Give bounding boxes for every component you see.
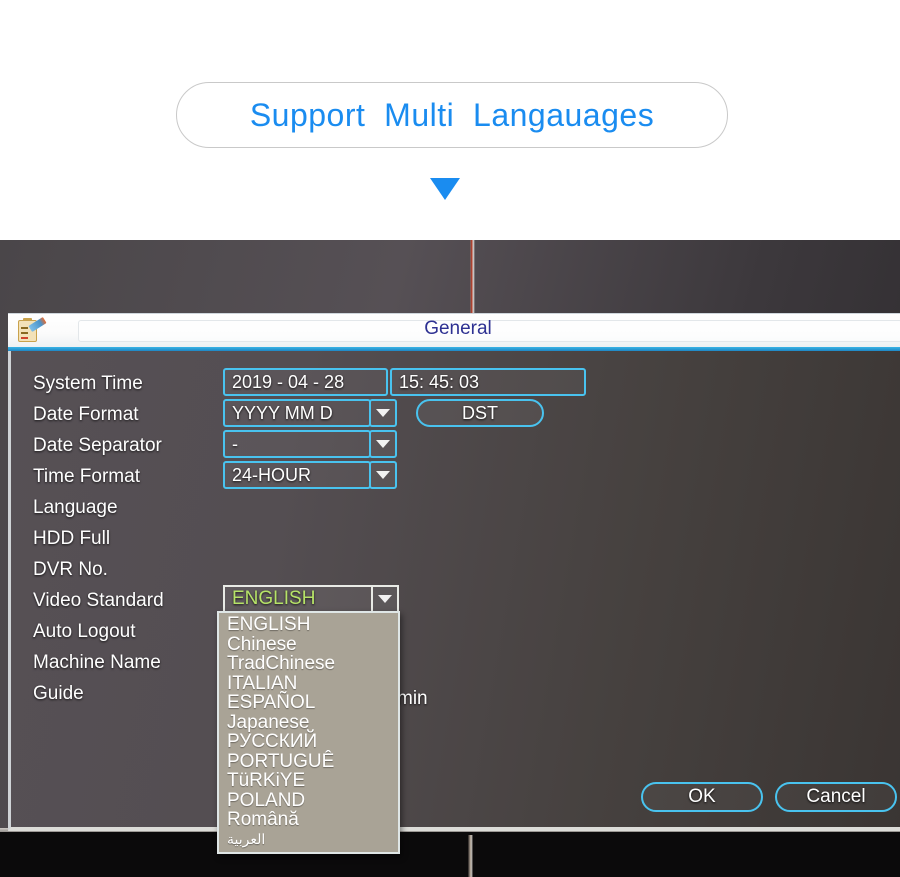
list-item[interactable]: TradChinese — [219, 654, 398, 674]
list-item[interactable]: ITALIAN — [219, 673, 398, 694]
cancel-button[interactable]: Cancel — [775, 782, 897, 812]
list-item[interactable]: العربية — [219, 830, 398, 848]
language-select[interactable]: ENGLISH — [223, 585, 373, 613]
time-format-select[interactable]: 24-HOUR — [223, 461, 371, 489]
list-item[interactable]: Japanese — [219, 712, 398, 733]
label-language: Language — [33, 497, 118, 518]
promo-pill: Support Multi Langauages — [176, 82, 728, 148]
monitor-lower-dark-area — [0, 832, 900, 877]
label-hdd-full: HDD Full — [33, 528, 111, 549]
list-item[interactable]: TüRKiYE — [219, 771, 398, 791]
list-item[interactable]: ESPAÑOL — [219, 693, 398, 713]
list-item[interactable]: Chinese — [219, 634, 398, 655]
triangle-down-icon — [430, 178, 460, 200]
monitor-seam-lower — [468, 835, 473, 877]
language-chevron-down-icon[interactable] — [371, 585, 399, 613]
label-system-time: System Time — [33, 373, 143, 394]
list-item[interactable]: POLAND — [219, 790, 398, 811]
ok-button[interactable]: OK — [641, 782, 763, 812]
date-format-select[interactable]: YYYY MM D — [223, 399, 371, 427]
dvr-monitor-photo: General System Time Date Format Date Sep… — [0, 240, 900, 877]
label-time-format: Time Format — [33, 466, 140, 487]
general-settings-dialog: General System Time Date Format Date Sep… — [8, 313, 900, 854]
list-item[interactable]: ENGLISH — [219, 615, 398, 635]
date-separator-chevron-down-icon[interactable] — [369, 430, 397, 458]
dialog-titlebar: General — [8, 313, 900, 347]
dialog-body: System Time Date Format Date Separator T… — [8, 351, 900, 854]
date-separator-select[interactable]: - — [223, 430, 371, 458]
label-guide: Guide — [33, 683, 84, 704]
date-format-chevron-down-icon[interactable] — [369, 399, 397, 427]
label-auto-logout: Auto Logout — [33, 621, 136, 642]
dialog-title: General — [424, 318, 492, 339]
system-time-field[interactable]: 15: 45: 03 — [390, 368, 586, 396]
monitor-seam-upper — [470, 240, 475, 318]
list-item[interactable]: РУССКИЙ — [219, 732, 398, 752]
label-dvr-no: DVR No. — [33, 559, 108, 580]
label-date-separator: Date Separator — [33, 435, 162, 456]
auto-logout-unit: min — [397, 688, 428, 709]
label-machine-name: Machine Name — [33, 652, 161, 673]
promo-headline: Support Multi Langauages — [249, 96, 655, 133]
language-dropdown-list[interactable]: ENGLISH Chinese TradChinese ITALIAN ESPA… — [217, 611, 400, 854]
list-item[interactable]: PORTUGUÊ — [219, 751, 398, 772]
system-date-field[interactable]: 2019 - 04 - 28 — [223, 368, 388, 396]
label-date-format: Date Format — [33, 404, 139, 425]
label-video-standard: Video Standard — [33, 590, 164, 611]
time-format-chevron-down-icon[interactable] — [369, 461, 397, 489]
dst-button[interactable]: DST — [416, 399, 544, 427]
list-item[interactable]: Română — [219, 810, 398, 830]
promo-banner: Support Multi Langauages — [0, 0, 900, 240]
